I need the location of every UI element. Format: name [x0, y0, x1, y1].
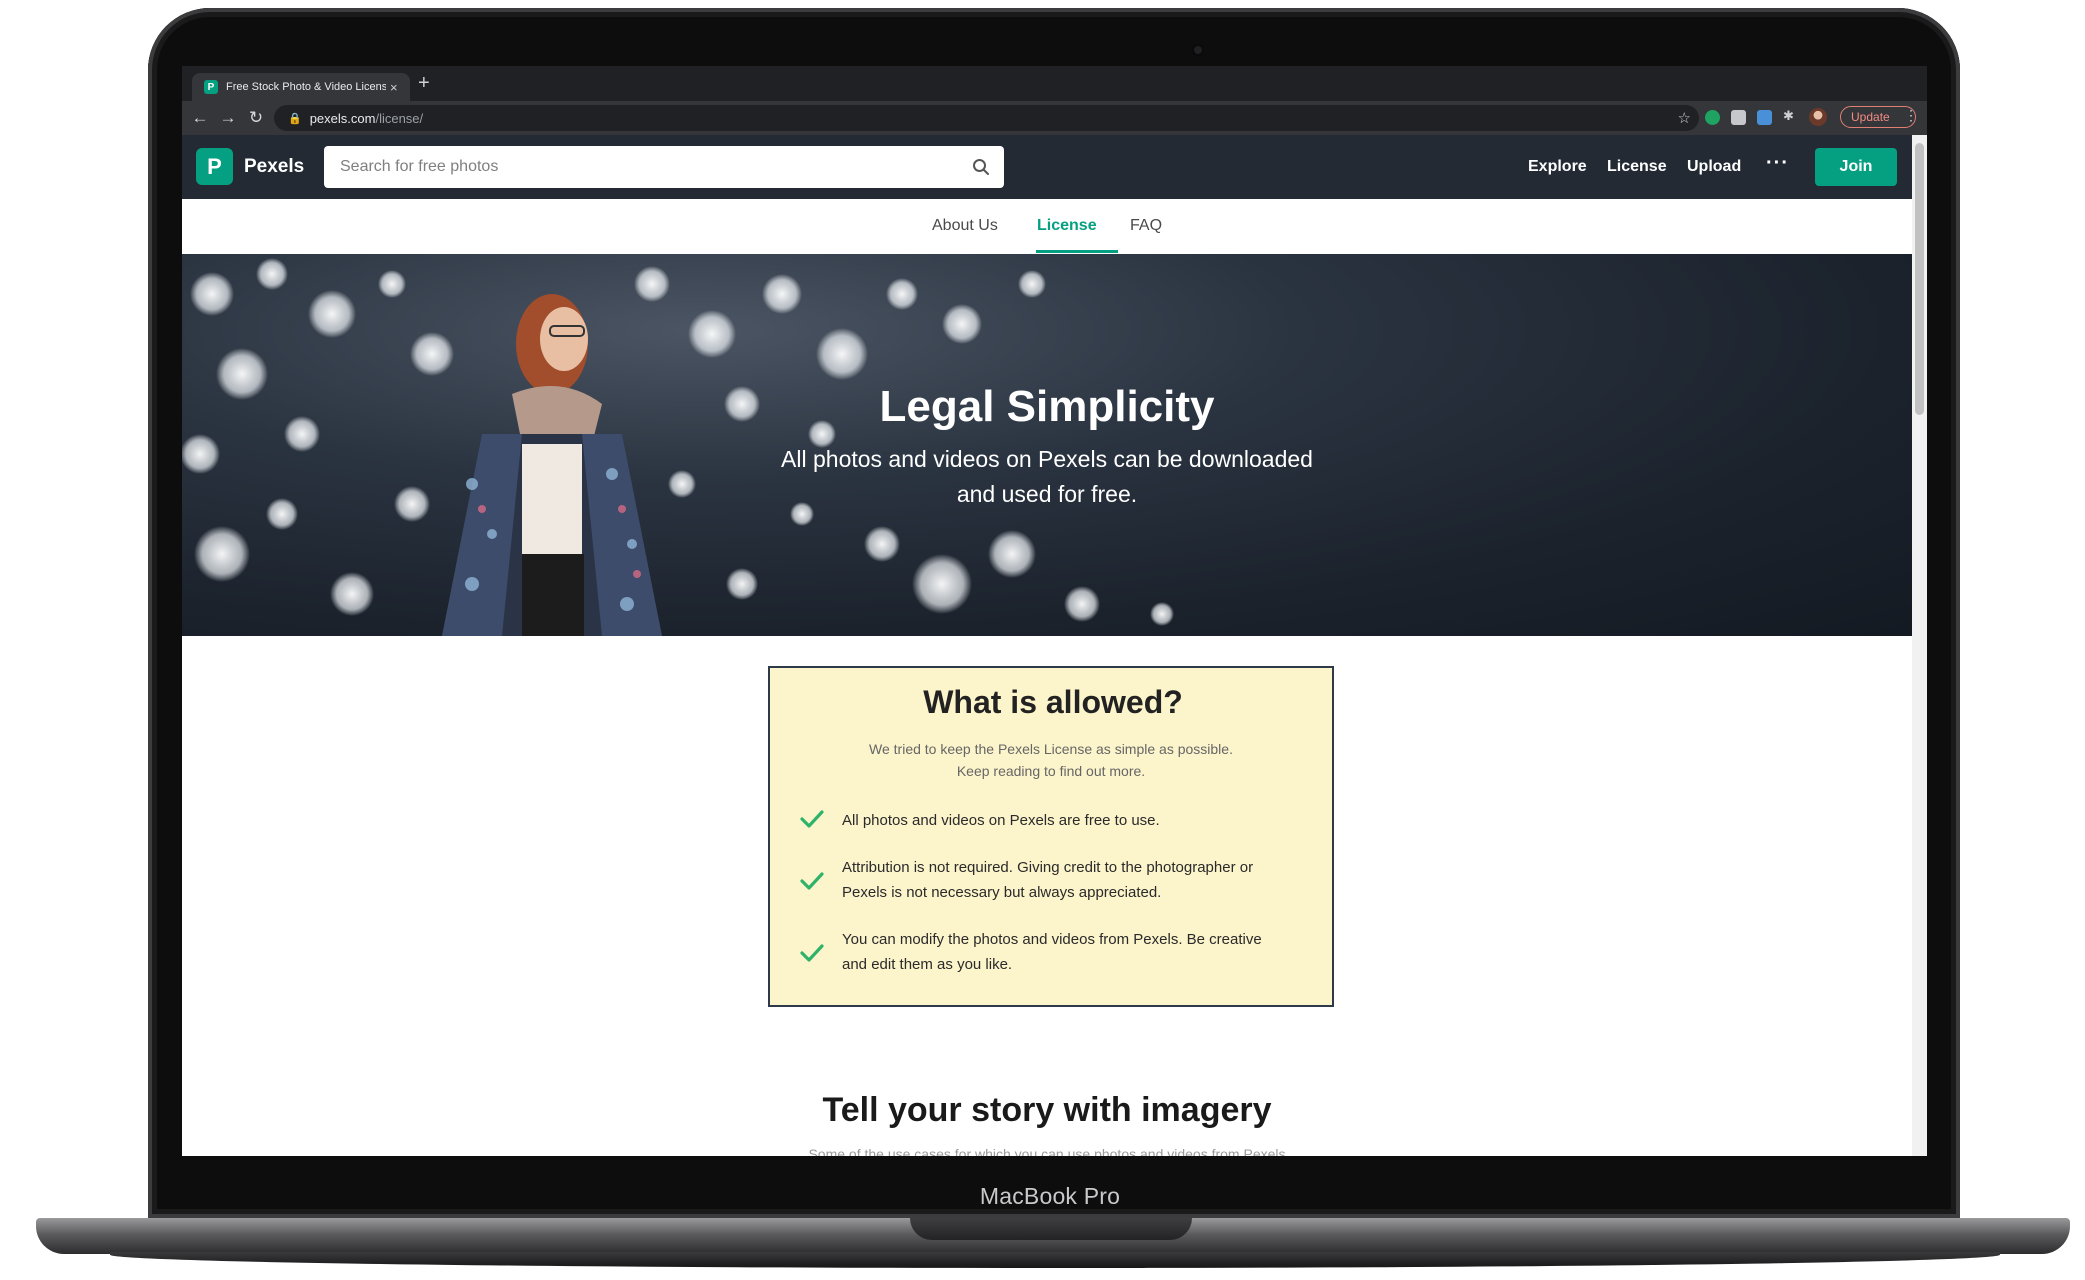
device-label: MacBook Pro [979, 1183, 1121, 1209]
hero-banner: Legal Simplicity All photos and videos o… [182, 254, 1912, 636]
story-subtitle: Some of the use cases for which you can … [808, 1146, 1286, 1156]
tab-about-us[interactable]: About Us [932, 217, 998, 235]
search-icon[interactable] [972, 158, 990, 176]
hero-subtitle-line-1: All photos and videos on Pexels can be d… [781, 446, 1313, 472]
tab-strip: P Free Stock Photo & Video License × + [182, 66, 1927, 101]
allowed-item: You can modify the photos and videos fro… [800, 927, 1310, 977]
extension-shield-icon[interactable] [1705, 110, 1720, 125]
search-input[interactable]: Search for free photos [324, 146, 1004, 188]
browser-tab[interactable]: P Free Stock Photo & Video License × [192, 73, 410, 101]
reload-icon[interactable]: ↻ [242, 108, 270, 128]
laptop-hinge-notch [910, 1218, 1192, 1240]
check-icon [800, 871, 824, 890]
allowed-box: What is allowed? We tried to keep the Pe… [768, 666, 1334, 1007]
allowed-item-text: All photos and videos on Pexels are free… [842, 808, 1160, 833]
new-tab-icon[interactable]: + [418, 72, 430, 95]
page-scrollbar[interactable] [1912, 135, 1927, 1156]
allowed-item-line: Pexels is not necessary but always appre… [842, 884, 1162, 901]
browser-toolbar: ← → ↻ 🔒 pexels.com/license/ ☆ ✱ Update ⋮ [182, 101, 1927, 135]
allowed-list: All photos and videos on Pexels are free… [800, 808, 1310, 999]
address-bar[interactable]: 🔒 pexels.com/license/ ☆ [274, 105, 1699, 131]
page-subnav: About Us License FAQ [182, 199, 1912, 254]
join-button[interactable]: Join [1815, 148, 1897, 186]
hero-title: Legal Simplicity [879, 382, 1215, 431]
forward-icon[interactable]: → [214, 108, 242, 128]
allowed-item: Attribution is not required. Giving cred… [800, 855, 1310, 905]
tab-title: Free Stock Photo & Video License [226, 81, 386, 93]
allowed-intro: We tried to keep the Pexels License as s… [810, 738, 1292, 782]
allowed-item-line: Attribution is not required. Giving cred… [842, 859, 1254, 876]
star-icon[interactable]: ☆ [1678, 109, 1691, 127]
nav-license[interactable]: License [1607, 158, 1667, 176]
allowed-item-text: Attribution is not required. Giving cred… [842, 855, 1253, 905]
update-label: Update [1851, 110, 1890, 124]
active-tab-indicator [1036, 250, 1118, 253]
more-menu-icon[interactable]: ··· [1766, 152, 1789, 175]
allowed-item: All photos and videos on Pexels are free… [800, 808, 1310, 833]
tab-faq[interactable]: FAQ [1130, 217, 1162, 235]
nav-explore[interactable]: Explore [1528, 158, 1587, 176]
check-icon [800, 943, 824, 962]
story-title: Tell your story with imagery [822, 1091, 1272, 1129]
pexels-favicon-icon: P [204, 80, 218, 94]
extension-image-icon[interactable] [1757, 110, 1772, 125]
scrollbar-thumb[interactable] [1915, 143, 1924, 415]
profile-avatar[interactable] [1809, 108, 1827, 126]
url-path: /license/ [375, 110, 424, 126]
allowed-title: What is allowed? [923, 684, 1183, 720]
nav-upload[interactable]: Upload [1687, 158, 1741, 176]
hero-subtitle: All photos and videos on Pexels can be d… [772, 442, 1322, 512]
camera-dot [1194, 46, 1202, 54]
site-header: P Pexels Search for free photos Explore … [182, 135, 1912, 199]
allowed-intro-line-2: Keep reading to find out more. [956, 763, 1146, 779]
allowed-intro-line-1: We tried to keep the Pexels License as s… [869, 741, 1233, 757]
check-icon [800, 810, 824, 828]
puzzle-icon[interactable]: ✱ [1783, 108, 1798, 123]
woman-figure [442, 294, 662, 636]
url-host: pexels.com [309, 110, 376, 126]
tab-license[interactable]: License [1037, 217, 1097, 235]
tab-close-icon[interactable]: × [390, 80, 398, 95]
extension-doc-icon[interactable] [1731, 110, 1746, 125]
pexels-logo-icon[interactable]: P [196, 148, 233, 185]
lock-icon: 🔒 [288, 112, 302, 125]
back-icon[interactable]: ← [186, 108, 214, 128]
browser-menu-icon[interactable]: ⋮ [1904, 107, 1918, 124]
allowed-item-line: All photos and videos on Pexels are free… [842, 812, 1160, 829]
laptop-base-foot [110, 1252, 2000, 1268]
screen: P Free Stock Photo & Video License × + ←… [182, 66, 1927, 1156]
allowed-item-line: and edit them as you like. [842, 956, 1013, 973]
allowed-item-text: You can modify the photos and videos fro… [842, 927, 1262, 977]
search-placeholder: Search for free photos [340, 158, 499, 175]
hero-subtitle-line-2: and used for free. [956, 481, 1138, 507]
brand-name[interactable]: Pexels [244, 156, 304, 178]
allowed-item-line: You can modify the photos and videos fro… [842, 931, 1262, 948]
